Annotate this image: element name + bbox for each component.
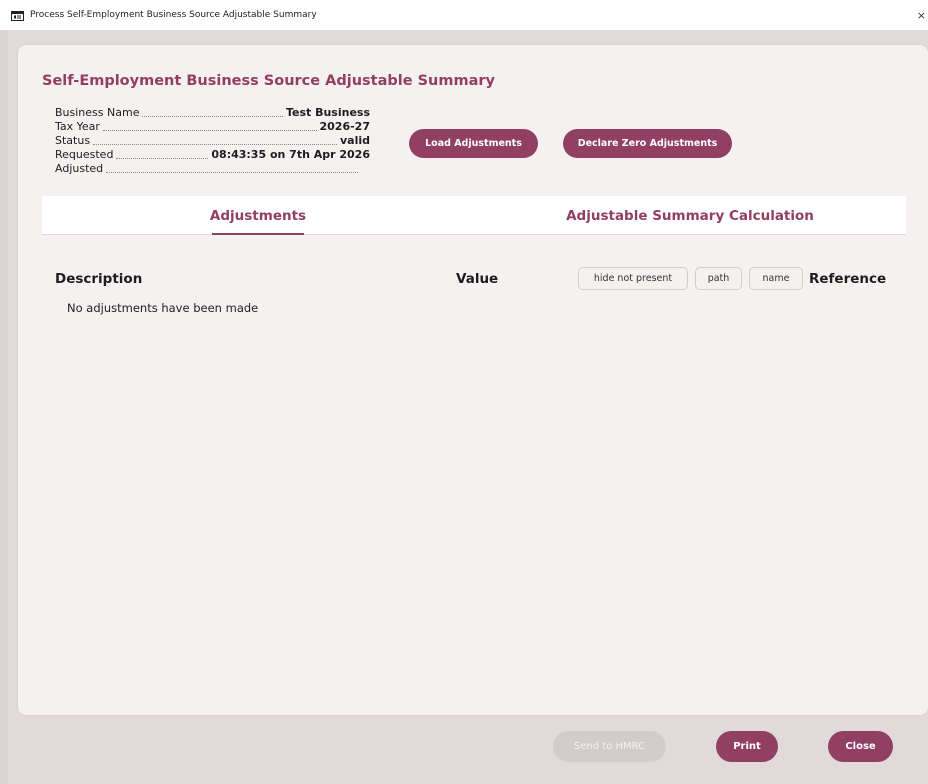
page-title: Self-Employment Business Source Adjustab… xyxy=(42,73,495,89)
status-value: valid xyxy=(339,134,370,147)
business-name-label: Business Name xyxy=(55,106,140,119)
path-toggle[interactable]: path xyxy=(695,267,742,290)
window-close-icon[interactable]: × xyxy=(917,9,926,22)
reference-column-header: Reference xyxy=(809,271,887,287)
window-title: Process Self-Employment Business Source … xyxy=(30,10,317,20)
summary-info: Business Name Test Business Tax Year 202… xyxy=(55,106,370,176)
description-column-header: Description xyxy=(55,271,143,287)
main-panel: Self-Employment Business Source Adjustab… xyxy=(18,45,928,715)
leader-dots xyxy=(142,116,283,117)
close-button[interactable]: Close xyxy=(828,731,893,762)
app-icon xyxy=(11,10,24,21)
info-row-requested: Requested 08:43:35 on 7th Apr 2026 xyxy=(55,148,370,162)
hide-not-present-toggle[interactable]: hide not present xyxy=(578,267,688,290)
load-adjustments-button[interactable]: Load Adjustments xyxy=(409,129,538,158)
info-row-status: Status valid xyxy=(55,134,370,148)
leader-dots xyxy=(106,172,358,173)
value-column-header: Value xyxy=(456,271,499,287)
leader-dots xyxy=(116,158,209,159)
send-to-hmrc-button[interactable]: Send to HMRC xyxy=(553,731,666,762)
print-button[interactable]: Print xyxy=(716,731,778,762)
tab-adjustments[interactable]: Adjustments xyxy=(210,196,306,235)
tab-bar: Adjustments Adjustable Summary Calculati… xyxy=(42,196,906,235)
info-row-tax-year: Tax Year 2026-27 xyxy=(55,120,370,134)
requested-label: Requested xyxy=(55,148,114,161)
leader-dots xyxy=(102,130,317,131)
empty-adjustments-message: No adjustments have been made xyxy=(67,301,259,315)
declare-zero-adjustments-button[interactable]: Declare Zero Adjustments xyxy=(563,129,732,158)
tab-adjustable-summary-calculation[interactable]: Adjustable Summary Calculation xyxy=(566,196,814,235)
tax-year-label: Tax Year xyxy=(55,120,100,133)
business-name-value: Test Business xyxy=(285,106,370,119)
info-row-business-name: Business Name Test Business xyxy=(55,106,370,120)
adjusted-label: Adjusted xyxy=(55,162,104,175)
window-title-bar: Process Self-Employment Business Source … xyxy=(0,0,928,30)
leader-dots xyxy=(93,144,337,145)
name-toggle[interactable]: name xyxy=(749,267,803,290)
info-row-adjusted: Adjusted xyxy=(55,162,361,176)
status-label: Status xyxy=(55,134,91,147)
tax-year-value: 2026-27 xyxy=(319,120,371,133)
requested-value: 08:43:35 on 7th Apr 2026 xyxy=(211,148,370,161)
window-left-edge xyxy=(0,30,8,784)
